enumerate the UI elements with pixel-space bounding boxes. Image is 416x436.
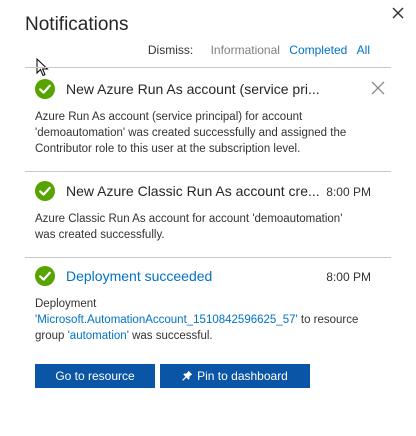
pin-icon xyxy=(182,370,193,381)
notification-item[interactable]: Deployment succeeded 8:00 PM Deployment … xyxy=(25,266,391,356)
notification-text: Contributor role to this user at the sub… xyxy=(35,143,301,155)
pin-to-dashboard-label: Pin to dashboard xyxy=(197,369,288,383)
notification-text: was created successfully. xyxy=(35,229,165,241)
notification-text: Deployment xyxy=(35,298,97,310)
notification-text: group xyxy=(35,330,68,342)
notification-text-line: group 'automation' was successful. xyxy=(35,328,375,344)
notification-title: New Azure Run As account (service pri... xyxy=(66,81,320,97)
notification-title-link[interactable]: Deployment succeeded xyxy=(66,268,212,284)
dismiss-informational-link[interactable]: Informational xyxy=(211,43,280,57)
pin-to-dashboard-button[interactable]: Pin to dashboard xyxy=(160,364,310,388)
notification-item[interactable]: New Azure Classic Run As account cre... … xyxy=(25,181,391,255)
resource-link[interactable]: 'Microsoft.AutomationAccount_15108425966… xyxy=(35,314,298,326)
notification-item[interactable]: New Azure Run As account (service pri...… xyxy=(25,79,391,169)
success-check-icon xyxy=(35,181,55,201)
notifications-panel: Notifications Dismiss: Informational Com… xyxy=(0,0,416,436)
notification-text: 'demoautomation' was created successfull… xyxy=(35,127,347,139)
dismiss-all-link[interactable]: All xyxy=(357,43,370,57)
dismiss-label: Dismiss: xyxy=(147,43,194,57)
notification-text: to resource xyxy=(297,314,359,326)
notification-text: Azure Run As account (service principal)… xyxy=(35,111,303,123)
notification-text: Azure Classic Run As account for account… xyxy=(35,213,343,225)
divider xyxy=(25,67,391,68)
success-check-icon xyxy=(35,79,55,99)
dismiss-notification-icon[interactable] xyxy=(371,81,385,95)
divider xyxy=(25,257,391,258)
notification-title: New Azure Classic Run As account cre... xyxy=(66,183,320,199)
go-to-resource-label: Go to resource xyxy=(55,369,135,383)
success-check-icon xyxy=(35,266,55,286)
notification-text: was successful. xyxy=(128,330,213,342)
notification-body: Azure Classic Run As account for account… xyxy=(35,211,375,243)
divider xyxy=(25,171,391,172)
go-to-resource-button[interactable]: Go to resource xyxy=(35,364,155,388)
resource-group-link[interactable]: 'automation' xyxy=(68,330,129,342)
mouse-pointer-icon xyxy=(36,58,49,77)
close-icon[interactable] xyxy=(388,3,408,23)
dismiss-completed-link[interactable]: Completed xyxy=(289,43,347,57)
notification-body: Azure Run As account (service principal)… xyxy=(35,109,375,157)
notification-text-line: 'Microsoft.AutomationAccount_15108425966… xyxy=(35,312,375,328)
dismiss-row: Dismiss: Informational Completed All xyxy=(0,43,370,57)
panel-title: Notifications xyxy=(25,14,129,35)
notification-time: 8:00 PM xyxy=(326,270,371,284)
notification-body: Deployment 'Microsoft.AutomationAccount_… xyxy=(35,296,375,344)
notification-time: 8:00 PM xyxy=(326,185,371,199)
